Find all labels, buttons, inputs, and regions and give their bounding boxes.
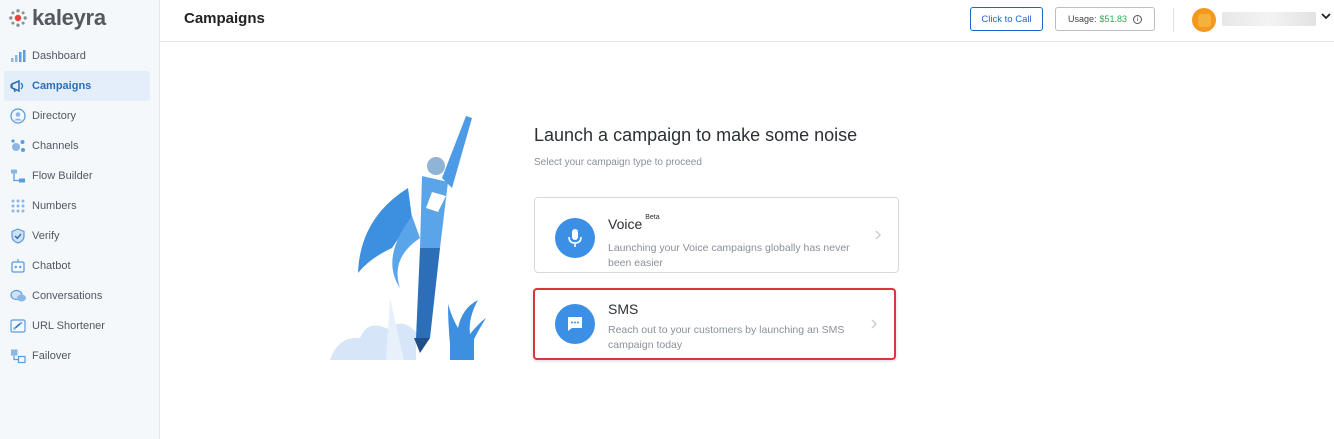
dial-grid-icon xyxy=(9,197,27,215)
header-divider xyxy=(1173,8,1174,32)
voice-campaign-card[interactable]: Voice Beta Launching your Voice campaigns… xyxy=(534,197,899,273)
sidebar-nav: Dashboard Campaigns Directory Channels F… xyxy=(4,41,150,371)
sidebar-item-numbers[interactable]: Numbers xyxy=(4,191,150,221)
sidebar-item-label: Directory xyxy=(32,110,77,122)
sidebar-item-label: Numbers xyxy=(32,200,77,212)
sidebar-item-verify[interactable]: Verify xyxy=(4,221,150,251)
page-title: Campaigns xyxy=(184,10,265,27)
username-redacted[interactable] xyxy=(1222,12,1316,26)
sidebar-item-label: Flow Builder xyxy=(32,170,93,182)
sidebar-item-url-shortener[interactable]: URL Shortener xyxy=(4,311,150,341)
sidebar-item-label: Conversations xyxy=(32,290,103,302)
sidebar-item-conversations[interactable]: Conversations xyxy=(4,281,150,311)
sidebar-item-channels[interactable]: Channels xyxy=(4,131,150,161)
usage-balance[interactable]: Usage: $51.83 i xyxy=(1055,7,1155,31)
beta-badge: Beta xyxy=(645,214,660,221)
click-to-call-button[interactable]: Click to Call xyxy=(970,7,1043,31)
top-header: Campaigns Click to Call Usage: $51.83 i xyxy=(160,0,1334,42)
card-description: Launching your Voice campaigns globally … xyxy=(608,242,850,269)
sidebar-item-label: Campaigns xyxy=(32,80,92,92)
usage-label: Usage: xyxy=(1067,14,1097,24)
sidebar-item-label: Channels xyxy=(32,140,79,152)
sidebar: kaleyra Dashboard Campaigns Directory Ch… xyxy=(0,0,160,439)
bot-icon xyxy=(9,257,27,275)
chevron-down-icon[interactable] xyxy=(1320,10,1332,25)
sms-title: SMS xyxy=(608,301,639,317)
link-icon xyxy=(9,317,27,335)
sidebar-item-label: Verify xyxy=(32,230,60,242)
page-headline: Launch a campaign to make some noise xyxy=(534,125,858,145)
sidebar-item-label: Dashboard xyxy=(32,50,86,62)
bar-chart-icon xyxy=(9,47,27,65)
avatar-image xyxy=(1197,13,1211,27)
chevron-right-icon xyxy=(870,317,878,333)
brand-logo[interactable]: kaleyra xyxy=(8,5,106,31)
page-subheadline: Select your campaign type to proceed xyxy=(534,157,702,168)
info-icon[interactable]: i xyxy=(1133,14,1143,24)
chevron-right-icon xyxy=(874,228,882,244)
sidebar-item-campaigns[interactable]: Campaigns xyxy=(4,71,150,101)
voice-title: Voice xyxy=(608,216,643,232)
avatar[interactable] xyxy=(1192,8,1216,32)
flow-icon xyxy=(9,167,27,185)
brand-name: kaleyra xyxy=(32,5,106,30)
channels-icon xyxy=(9,137,27,155)
card-description: Reach out to your customers by launching… xyxy=(608,324,845,351)
launch-illustration xyxy=(330,116,486,360)
megaphone-icon xyxy=(9,77,27,95)
shield-check-icon xyxy=(9,227,27,245)
sms-campaign-card[interactable]: SMS Reach out to your customers by launc… xyxy=(533,288,896,360)
sidebar-item-label: URL Shortener xyxy=(32,320,105,332)
sidebar-item-chatbot[interactable]: Chatbot xyxy=(4,251,150,281)
failover-icon xyxy=(9,347,27,365)
sidebar-item-label: Chatbot xyxy=(32,260,71,272)
sidebar-item-label: Failover xyxy=(32,350,72,362)
contact-icon xyxy=(9,107,27,125)
sidebar-item-failover[interactable]: Failover xyxy=(4,341,150,371)
card-title: Voice Beta xyxy=(608,214,660,232)
message-icon xyxy=(555,304,595,344)
usage-amount: $51.83 xyxy=(1099,14,1128,24)
sidebar-item-dashboard[interactable]: Dashboard xyxy=(4,41,150,71)
chat-bubbles-icon xyxy=(9,287,27,305)
microphone-icon xyxy=(555,218,595,258)
sidebar-item-flow-builder[interactable]: Flow Builder xyxy=(4,161,150,191)
sidebar-item-directory[interactable]: Directory xyxy=(4,101,150,131)
kaleyra-logo-icon xyxy=(9,9,27,27)
